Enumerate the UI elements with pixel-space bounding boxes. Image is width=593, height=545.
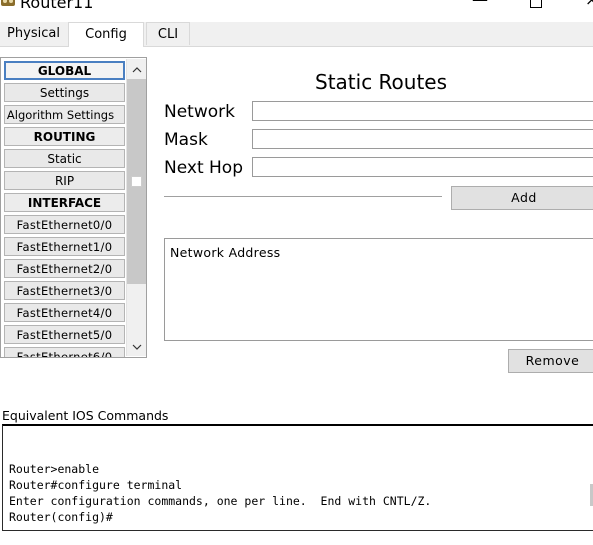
nav-item-rip[interactable]: RIP (4, 171, 125, 190)
nav-item-fastethernet6-0[interactable]: FastEthernet6/0 (4, 347, 125, 357)
network-input[interactable] (252, 101, 593, 121)
console-line: Router>enable (9, 462, 100, 476)
nav-item-fastethernet4-0[interactable]: FastEthernet4/0 (4, 303, 125, 322)
nav-global-header[interactable]: GLOBAL (4, 61, 125, 80)
network-address-list-header: Network Address (170, 245, 281, 260)
tab-bar: Physical Config CLI (0, 22, 593, 47)
scroll-down-arrow-icon[interactable] (127, 336, 146, 356)
tab-cli[interactable]: CLI (146, 22, 190, 45)
config-nav-list: GLOBAL Settings Algorithm Settings ROUTI… (4, 61, 125, 357)
remove-route-button[interactable]: Remove (508, 349, 593, 373)
nav-item-settings[interactable]: Settings (4, 83, 125, 102)
tab-config[interactable]: Config (68, 22, 144, 47)
network-label: Network (164, 102, 235, 122)
nav-item-fastethernet1-0[interactable]: FastEthernet1/0 (4, 237, 125, 256)
nav-item-fastethernet0-0[interactable]: FastEthernet0/0 (4, 215, 125, 234)
nav-item-fastethernet2-0[interactable]: FastEthernet2/0 (4, 259, 125, 278)
mask-label: Mask (164, 130, 208, 150)
console-line: Enter configuration commands, one per li… (9, 494, 432, 508)
minimize-button[interactable]: — (472, 0, 488, 8)
nav-routing-header[interactable]: ROUTING (4, 127, 125, 146)
scroll-up-arrow-icon[interactable] (127, 59, 146, 79)
nav-item-algorithm-settings[interactable]: Algorithm Settings (4, 105, 125, 124)
close-button[interactable]: × (585, 0, 593, 8)
console-line: Router(config)# (9, 510, 113, 524)
ios-commands-console[interactable]: Router>enable Router#configure terminal … (2, 424, 593, 531)
nav-item-fastethernet3-0[interactable]: FastEthernet3/0 (4, 281, 125, 300)
next-hop-label: Next Hop (164, 158, 243, 178)
nav-item-fastethernet5-0[interactable]: FastEthernet5/0 (4, 325, 125, 344)
maximize-button[interactable] (530, 0, 542, 8)
ios-commands-label: Equivalent IOS Commands (2, 408, 169, 423)
tab-physical[interactable]: Physical (0, 22, 67, 45)
window-title: Router11 (20, 0, 94, 12)
nav-scrollbar[interactable] (126, 59, 146, 356)
nav-item-static[interactable]: Static (4, 149, 125, 168)
nav-interface-header[interactable]: INTERFACE (4, 193, 125, 212)
network-address-list[interactable]: Network Address (164, 238, 593, 341)
add-route-button[interactable]: Add (451, 186, 593, 210)
config-nav-panel: GLOBAL Settings Algorithm Settings ROUTI… (0, 57, 147, 358)
router-app-icon (1, 0, 15, 6)
next-hop-input[interactable] (252, 157, 593, 177)
mask-input[interactable] (252, 129, 593, 149)
console-line: Router#configure terminal (9, 478, 183, 492)
scroll-grip-icon (131, 176, 142, 187)
static-routes-title: Static Routes (315, 70, 448, 94)
title-bar: Router11 — × (0, 0, 593, 20)
form-separator (164, 196, 442, 198)
